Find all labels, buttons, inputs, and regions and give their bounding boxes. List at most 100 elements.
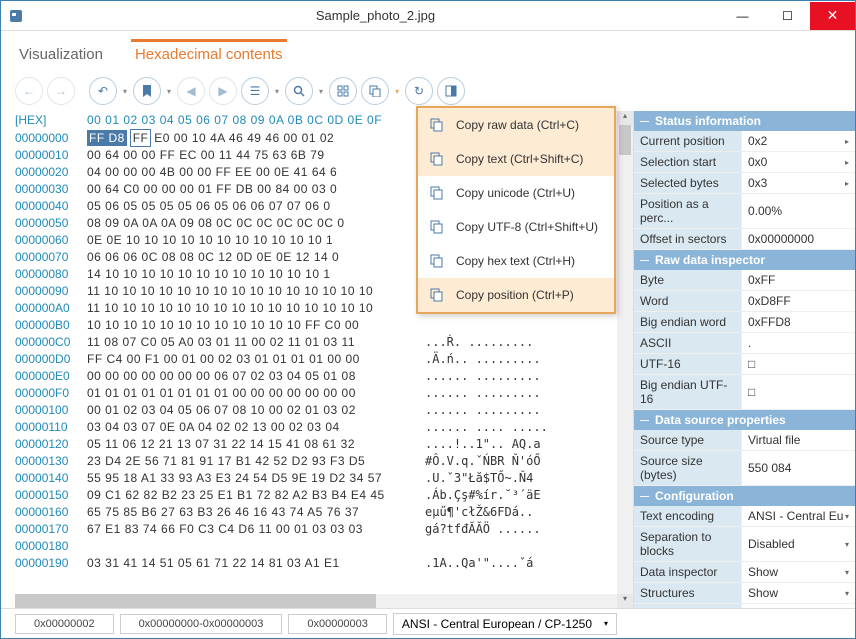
dropdown-icon[interactable]: ▾ [845,568,849,577]
hex-ascii[interactable]: ....!..1".. AQ.a [419,437,541,451]
hex-row[interactable]: 000000F001 01 01 01 01 01 01 01 00 00 00… [15,384,617,401]
hex-row[interactable]: 000000B010 10 10 10 10 10 10 10 10 10 10… [15,316,617,333]
vertical-scrollbar[interactable]: ▴▾ [617,111,633,608]
hex-bytes[interactable]: 04 00 00 00 4B 00 00 FF EE 00 0E 41 64 6 [87,165,419,179]
dropdown-icon[interactable]: ▾ [845,512,849,521]
panel-button[interactable] [437,77,465,105]
list-button[interactable]: ☰ [241,77,269,105]
hex-bytes[interactable]: FF D8 FF E0 00 10 4A 46 49 46 00 01 02 [87,131,419,145]
hex-row[interactable]: 0000015009 C1 62 82 B2 23 25 E1 B1 72 82… [15,486,617,503]
context-menu-item[interactable]: Copy text (Ctrl+Shift+C) [418,142,614,176]
hex-ascii[interactable]: .Ä.ń.. ......... [419,352,541,366]
hex-bytes[interactable]: 00 64 C0 00 00 00 01 FF DB 00 84 00 03 0 [87,182,419,196]
context-menu-item[interactable]: Copy unicode (Ctrl+U) [418,176,614,210]
context-menu-item[interactable]: Copy hex text (Ctrl+H) [418,244,614,278]
hex-bytes[interactable]: 06 06 06 0C 08 08 0C 12 0D 0E 0E 12 14 0 [87,250,419,264]
side-value[interactable]: Show▾ [742,583,855,603]
hex-bytes[interactable]: 03 04 03 07 0E 0A 04 02 02 13 00 02 03 0… [87,420,419,434]
hex-row[interactable]: 00000180 [15,537,617,554]
hex-ascii[interactable]: .Áb.Çş#%ír.˘³´äE [419,488,541,502]
hex-ascii[interactable]: ...... ......... [419,403,541,417]
minimize-button[interactable]: — [720,2,765,30]
side-section-header[interactable]: —Data source properties [634,410,855,430]
context-menu-item[interactable]: Copy position (Ctrl+P) [418,278,614,312]
hex-row[interactable]: 0000019003 31 41 14 51 05 61 71 22 14 81… [15,554,617,571]
hex-row[interactable]: 0000013023 D4 2E 56 71 81 91 17 B1 42 52… [15,452,617,469]
hex-row[interactable]: 000000E000 00 00 00 00 00 00 06 07 02 03… [15,367,617,384]
hex-ascii[interactable]: ...... .... ..... [419,420,548,434]
copy-button[interactable] [361,77,389,105]
next-bookmark-button[interactable]: ▶ [209,77,237,105]
hex-ascii[interactable]: ...Ŕ. ......... [419,335,533,349]
back-button[interactable]: ← [15,77,43,105]
hex-ascii[interactable]: ...... ......... [419,369,541,383]
hex-bytes[interactable]: 11 08 07 C0 05 A0 03 01 11 00 02 11 01 0… [87,335,419,349]
hex-bytes[interactable]: 00 01 02 03 04 05 06 07 08 10 00 02 01 0… [87,403,419,417]
hex-bytes[interactable]: 05 06 05 05 05 05 06 05 06 06 07 07 06 0 [87,199,419,213]
hex-row[interactable]: 0000010000 01 02 03 04 05 06 07 08 10 00… [15,401,617,418]
side-value[interactable]: 0x0▸ [742,152,855,172]
undo-dropdown[interactable]: ▾ [121,87,129,96]
hex-row[interactable]: 000000D0FF C4 00 F1 00 01 00 02 03 01 01… [15,350,617,367]
prev-bookmark-button[interactable]: ◀ [177,77,205,105]
hex-row[interactable]: 0000017067 E1 83 74 66 F0 C3 C4 D6 11 00… [15,520,617,537]
hex-bytes[interactable] [87,539,419,553]
hex-bytes[interactable]: 0E 0E 10 10 10 10 10 10 10 10 10 10 10 1 [87,233,419,247]
context-menu-item[interactable]: Copy UTF-8 (Ctrl+Shift+U) [418,210,614,244]
context-menu-item[interactable]: Copy raw data (Ctrl+C) [418,108,614,142]
hex-bytes[interactable]: 01 01 01 01 01 01 01 01 00 00 00 00 00 0… [87,386,419,400]
hex-bytes[interactable]: 10 10 10 10 10 10 10 10 10 10 10 10 FF C… [87,318,419,332]
hex-bytes[interactable]: 03 31 41 14 51 05 61 71 22 14 81 03 A1 E… [87,556,419,570]
dropdown-icon[interactable]: ▾ [845,540,849,549]
hex-bytes[interactable]: 11 10 10 10 10 10 10 10 10 10 10 10 10 1… [87,284,419,298]
hex-ascii[interactable]: eµű¶'cłŽ&6FDá.. [419,505,541,519]
side-value[interactable]: 0x2▸ [742,131,855,151]
hex-ascii[interactable]: gá?tfđĂĂÖ ...... [419,522,541,536]
hex-bytes[interactable]: FF C4 00 F1 00 01 00 02 03 01 01 01 01 0… [87,352,419,366]
hex-bytes[interactable]: 08 09 0A 0A 0A 09 08 0C 0C 0C 0C 0C 0C 0 [87,216,419,230]
hex-row[interactable]: 000000C011 08 07 C0 05 A0 03 01 11 00 02… [15,333,617,350]
hex-ascii[interactable]: ...... ......... [419,386,541,400]
hex-bytes[interactable]: 23 D4 2E 56 71 81 91 17 B1 42 52 D2 93 F… [87,454,419,468]
search-button[interactable] [285,77,313,105]
tab-hex[interactable]: Hexadecimal contents [131,39,287,71]
bookmark-button[interactable] [133,77,161,105]
horizontal-scrollbar[interactable] [15,594,617,608]
hex-bytes[interactable]: 55 95 18 A1 33 93 A3 E3 24 54 D5 9E 19 D… [87,471,419,485]
maximize-button[interactable]: ☐ [765,2,810,30]
grid-button[interactable] [329,77,357,105]
undo-button[interactable]: ↶ [89,77,117,105]
side-value[interactable]: 0x3▸ [742,173,855,193]
hex-ascii[interactable] [419,539,541,553]
list-dropdown[interactable]: ▾ [273,87,281,96]
hex-ascii[interactable]: .U.ˇ3"Łă$TŐ~.Ň4 [419,471,533,485]
hex-row[interactable]: 0000014055 95 18 A1 33 93 A3 E3 24 54 D5… [15,469,617,486]
hex-bytes[interactable]: 11 10 10 10 10 10 10 10 10 10 10 10 10 1… [87,301,419,315]
refresh-button[interactable]: ↻ [405,77,433,105]
hex-bytes[interactable]: 65 75 85 B6 27 63 B3 26 46 16 43 74 A5 7… [87,505,419,519]
expand-icon[interactable]: ▸ [845,158,849,167]
status-encoding-select[interactable]: ANSI - Central European / CP-1250▾ [393,613,617,635]
side-value[interactable]: ANSI - Central Eu▾ [742,506,855,526]
side-section-header[interactable]: —Configuration [634,486,855,506]
side-value[interactable]: Show▾ [742,562,855,582]
hex-bytes[interactable]: 05 11 06 12 21 13 07 31 22 14 15 41 08 6… [87,437,419,451]
side-value[interactable]: Disabled▾ [742,527,855,561]
tab-visualization[interactable]: Visualization [15,39,107,71]
hex-row[interactable]: 0000016065 75 85 B6 27 63 B3 26 46 16 43… [15,503,617,520]
hex-bytes[interactable]: 00 00 00 00 00 00 00 06 07 02 03 04 05 0… [87,369,419,383]
bookmark-dropdown[interactable]: ▾ [165,87,173,96]
close-button[interactable]: ✕ [810,2,855,30]
side-section-header[interactable]: —Raw data inspector [634,250,855,270]
dropdown-icon[interactable]: ▾ [845,589,849,598]
hex-ascii[interactable]: #Ô.V.q.ˇŃBR Ň'óŐ [419,454,541,468]
side-section-header[interactable]: —Status information [634,111,855,131]
expand-icon[interactable]: ▸ [845,179,849,188]
hex-bytes[interactable]: 14 10 10 10 10 10 10 10 10 10 10 10 10 1 [87,267,419,281]
forward-button[interactable]: → [47,77,75,105]
hex-row[interactable]: 0000011003 04 03 07 0E 0A 04 02 02 13 00… [15,418,617,435]
hex-bytes[interactable]: 67 E1 83 74 66 F0 C3 C4 D6 11 00 01 03 0… [87,522,419,536]
hex-ascii[interactable]: .1A..Qa'"....ˇá [419,556,533,570]
hex-row[interactable]: 0000012005 11 06 12 21 13 07 31 22 14 15… [15,435,617,452]
copy-dropdown[interactable]: ▾ [393,87,401,96]
